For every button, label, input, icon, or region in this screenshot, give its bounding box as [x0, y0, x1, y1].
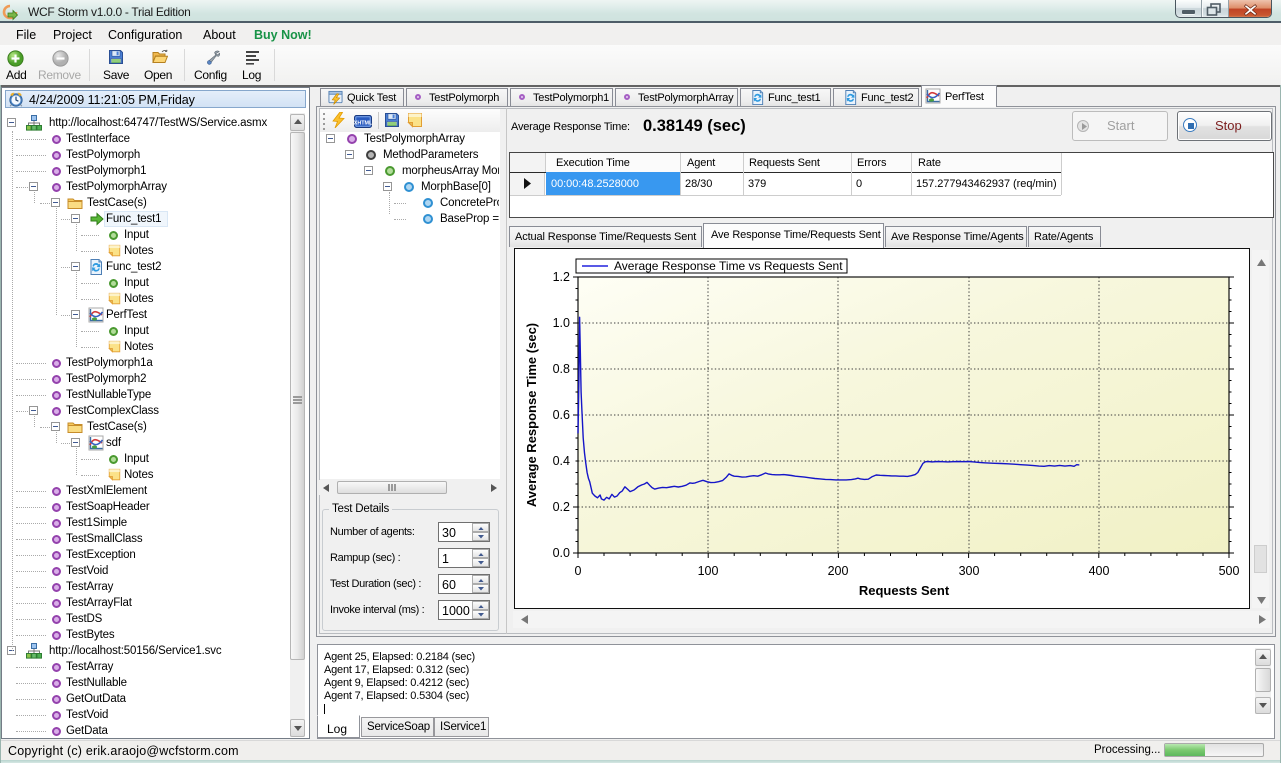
svg-text:0: 0 — [575, 564, 582, 578]
svg-text:1.2: 1.2 — [553, 270, 570, 284]
svg-text:0.8: 0.8 — [553, 362, 570, 376]
svg-text:500: 500 — [1219, 564, 1240, 578]
svg-text:100: 100 — [698, 564, 719, 578]
svg-text:0.6: 0.6 — [553, 408, 570, 422]
svg-text:Requests Sent: Requests Sent — [859, 583, 950, 598]
svg-text:0.0: 0.0 — [553, 546, 570, 560]
svg-text:300: 300 — [959, 564, 980, 578]
svg-text:1.0: 1.0 — [553, 316, 570, 330]
svg-text:Average Response Time vs Reque: Average Response Time vs Requests Sent — [614, 259, 843, 273]
svg-text:0.4: 0.4 — [553, 454, 570, 468]
svg-text:0.2: 0.2 — [553, 500, 570, 514]
svg-text:400: 400 — [1089, 564, 1110, 578]
svg-text:200: 200 — [828, 564, 849, 578]
svg-text:Average Response Time (sec): Average Response Time (sec) — [524, 323, 539, 507]
svg-text:XHTML: XHTML — [354, 121, 372, 127]
